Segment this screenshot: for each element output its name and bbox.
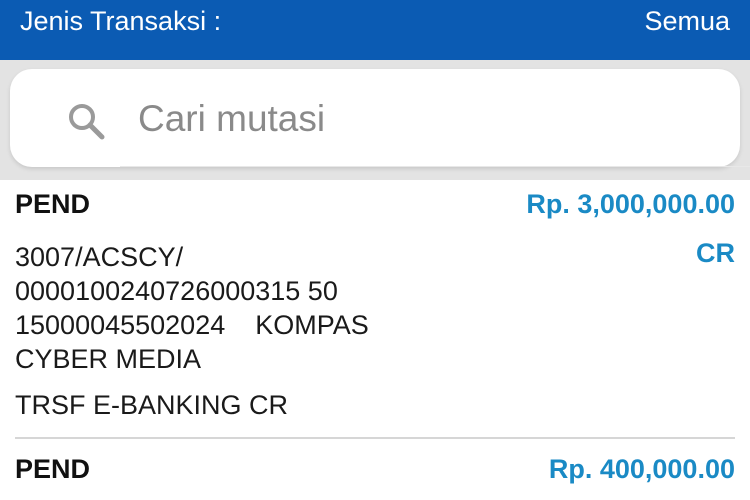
description-line: 15000045502024 KOMPAS — [15, 310, 369, 340]
description-line: 3007/ACSCY/ — [15, 242, 184, 272]
transaction-status: PEND — [15, 453, 91, 484]
transaction-type-filter-bar[interactable]: Jenis Transaksi : Semua — [0, 0, 750, 60]
transaction-item[interactable]: PEND Rp. 3,000,000.00 3007/ACSCY/ 000010… — [0, 180, 750, 439]
filter-value[interactable]: Semua — [644, 6, 730, 37]
description-line: 0000100240726000315 50 — [15, 276, 338, 306]
search-underline — [120, 166, 750, 167]
transaction-status: PEND — [15, 188, 91, 219]
search-box[interactable] — [10, 69, 750, 167]
filter-label: Jenis Transaksi : — [20, 6, 222, 36]
transaction-list: PEND Rp. 3,000,000.00 3007/ACSCY/ 000010… — [0, 180, 750, 500]
transaction-amount: Rp. 400,000.00 — [548, 453, 735, 484]
search-icon — [69, 104, 105, 140]
search-input[interactable] — [120, 91, 720, 147]
transaction-type-badge: CR — [696, 238, 735, 268]
transaction-description: 3007/ACSCY/ 0000100240726000315 50 15000… — [15, 240, 615, 376]
description-line: CYBER MEDIA — [15, 344, 202, 374]
transaction-amount: Rp. 3,000,000.00 — [526, 188, 735, 219]
transaction-remark: TRSF E-BANKING CR — [15, 390, 289, 420]
transaction-item[interactable]: PEND Rp. 400,000.00 — [0, 439, 750, 484]
search-area — [0, 60, 750, 180]
